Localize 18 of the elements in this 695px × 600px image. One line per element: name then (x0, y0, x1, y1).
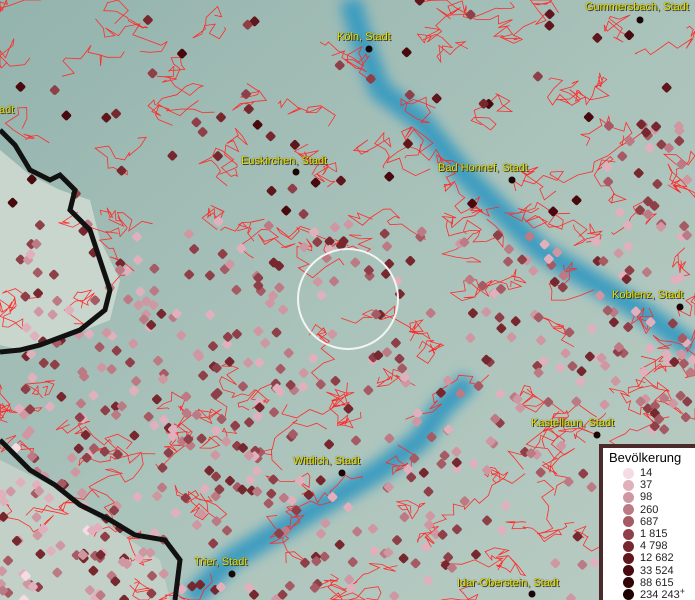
legend-label: 234 243$^{+}$ (640, 588, 686, 600)
legend-label: 687 (640, 516, 658, 528)
legend-label: 12 682 (640, 552, 674, 564)
legend-label: 33 524 (640, 564, 674, 577)
city-label: Wittlich, Stadt (293, 455, 360, 468)
legend-label: 260 (640, 504, 658, 516)
city-label: Trier, Stadt (194, 556, 248, 569)
legend-label: 88 615 (640, 576, 674, 589)
legend-title: Bevölkerung (609, 450, 682, 465)
city-label: Koblenz, Stadt (612, 289, 684, 302)
legend-label: 98 (640, 491, 652, 504)
legend-label: 1 815 (640, 528, 668, 540)
legend-label: 37 (640, 479, 652, 492)
city-label: Gummersbach, Stadt (585, 1, 689, 14)
city-label: Köln, Stadt (337, 31, 391, 44)
city-label: Idar-Oberstein, Stadt (457, 577, 560, 590)
legend-label: 14 (640, 467, 652, 480)
legend-label: 4 798 (640, 540, 668, 552)
